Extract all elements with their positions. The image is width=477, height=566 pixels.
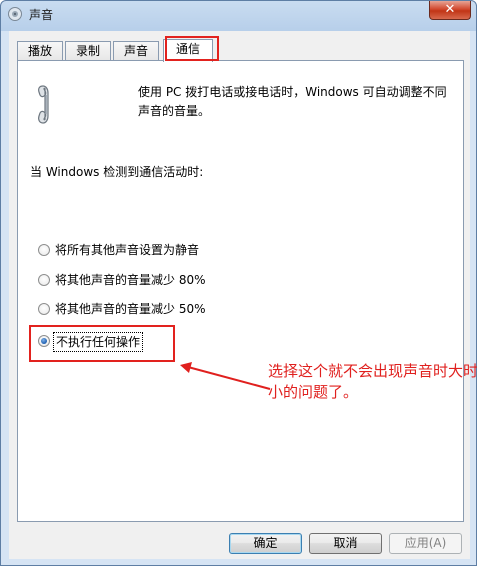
- close-button[interactable]: ✕: [429, 1, 471, 20]
- communications-description: 使用 PC 拨打电话或接电话时，Windows 可自动调整不同声音的音量。: [138, 85, 447, 118]
- communications-panel: 使用 PC 拨打电话或接电话时，Windows 可自动调整不同声音的音量。 当 …: [17, 60, 477, 522]
- annotation-text: 选择这个就不会出现声音时大时小的问题了。: [268, 362, 477, 401]
- tab-playback[interactable]: 播放: [17, 41, 63, 61]
- title-bar[interactable]: 声音 ✕: [1, 1, 476, 27]
- option-reduce-50[interactable]: 将其他声音的音量减少 50%: [38, 300, 238, 318]
- close-icon: ✕: [444, 2, 456, 17]
- ok-button[interactable]: 确定: [229, 533, 302, 554]
- option-reduce-80[interactable]: 将其他声音的音量减少 80%: [38, 271, 238, 289]
- annotation-arrow: [180, 362, 271, 390]
- cancel-button[interactable]: 取消: [309, 533, 382, 554]
- phone-handset-icon: [38, 85, 49, 124]
- option-highlight-box: [29, 325, 175, 362]
- sound-dialog: 声音 ✕ 播放 录制 声音 通信 使用 PC 拨打电话或接电话时，Windows…: [0, 0, 477, 566]
- radio-reduce-80[interactable]: [38, 274, 50, 286]
- option-mute-all[interactable]: 将所有其他声音设置为静音: [38, 241, 238, 259]
- tab-communications[interactable]: 通信: [163, 39, 213, 62]
- radio-mute-all[interactable]: [38, 244, 50, 256]
- tab-recording[interactable]: 录制: [65, 41, 111, 61]
- dialog-client-area: 播放 录制 声音 通信 使用 PC 拨打电话或接电话时，Windows 可自动调…: [9, 31, 477, 559]
- tab-sounds[interactable]: 声音: [113, 41, 159, 61]
- radio-reduce-50[interactable]: [38, 303, 50, 315]
- option-label: 将所有其他声音设置为静音: [55, 243, 200, 257]
- communications-question: 当 Windows 检测到通信活动时:: [30, 165, 204, 179]
- window-title: 声音: [29, 8, 54, 22]
- option-label: 将其他声音的音量减少 50%: [55, 302, 206, 316]
- apply-button[interactable]: 应用(A): [389, 533, 462, 554]
- option-label: 将其他声音的音量减少 80%: [55, 273, 206, 287]
- speaker-icon: [8, 7, 22, 21]
